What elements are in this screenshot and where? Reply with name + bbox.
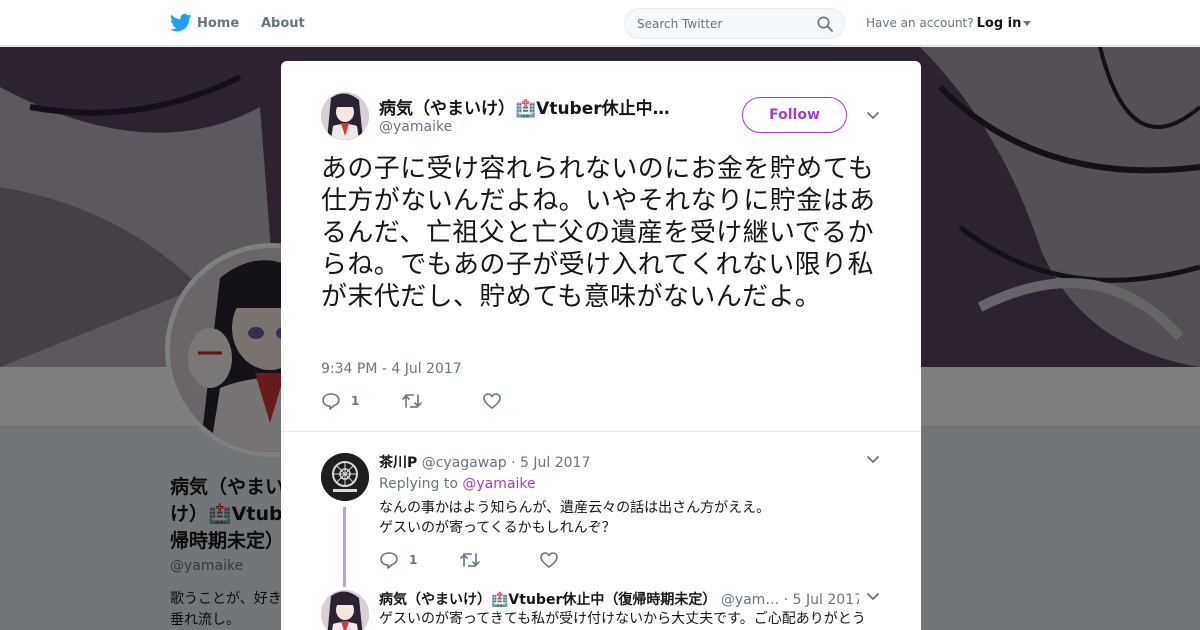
reply-header: 茶川P @cyagawap · 5 Jul 2017: [379, 452, 590, 472]
reply-author-avatar[interactable]: [321, 453, 369, 501]
reply-author-name[interactable]: 病気（やまいけ）🏥Vtuber休止中（復帰時期未定）: [379, 592, 716, 608]
section-divider: [281, 431, 921, 432]
reply-count: 1: [351, 394, 360, 408]
avatar-logo: [321, 453, 369, 501]
avatar-illustration: [321, 590, 369, 630]
chevron-down-icon[interactable]: [866, 455, 880, 465]
chevron-down-icon[interactable]: [866, 592, 880, 602]
reply-author-handle[interactable]: @yam…: [721, 592, 780, 608]
nav-about-link[interactable]: About: [261, 16, 305, 31]
thread-line: [343, 507, 346, 587]
tweet-actions: 1: [321, 391, 521, 411]
reply-date[interactable]: · 5 Jul 2017: [784, 592, 859, 608]
reply-text-line: なんの事かはよう知らんが、遺産云々の話は出さん方がええ。: [379, 500, 771, 516]
reply-action[interactable]: 1: [321, 391, 359, 411]
like-action[interactable]: [482, 391, 502, 411]
reply-action[interactable]: 1: [379, 550, 417, 570]
heart-icon: [540, 552, 558, 568]
reply-header: 病気（やまいけ）🏥Vtuber休止中（復帰時期未定） @yam… · 5 Jul…: [379, 589, 859, 609]
reply-count: 1: [409, 553, 418, 567]
login-link[interactable]: Log in: [977, 16, 1022, 31]
avatar-illustration: [321, 92, 369, 140]
retweet-icon: [402, 394, 422, 408]
tweet-author-avatar[interactable]: [321, 92, 369, 140]
retweet-action[interactable]: [459, 550, 481, 570]
chevron-down-icon[interactable]: [866, 111, 880, 121]
reply-text: ゲスいのが寄ってきても私が受け付けないから大丈夫です。ご心配ありがとう: [379, 609, 879, 629]
reply-text-line: ゲスいのが寄ってきても私が受け付けないから大丈夫です。ご心配ありがとう: [379, 611, 866, 627]
replying-to: Replying to @yamaike: [379, 476, 536, 492]
tweet-author-name[interactable]: 病気（やまいけ）🏥Vtuber休止中…: [379, 94, 670, 119]
nav-home-link[interactable]: Home: [197, 16, 239, 31]
tweet-text: あの子に受け容れられないのにお金を貯めても仕方がないんだよね。いやそれなりに貯金…: [321, 154, 876, 312]
follow-button[interactable]: Follow: [742, 97, 847, 133]
heart-icon: [483, 393, 501, 409]
reply-text: なんの事かはよう知らんが、遺産云々の話は出さん方がええ。 ゲスいのが寄ってくるか…: [379, 498, 879, 538]
account-area: Have an account? Log in: [866, 16, 1032, 31]
search-box: [624, 8, 845, 39]
reply-icon: [380, 552, 398, 569]
top-nav: Home About Have an account?Log in: [0, 0, 1200, 46]
tweet-timestamp[interactable]: 9:34 PM - 4 Jul 2017: [321, 361, 462, 377]
close-icon[interactable]: [1154, 12, 1178, 36]
reply-author-avatar[interactable]: [321, 590, 369, 630]
search-input[interactable]: [637, 15, 807, 33]
twitter-bird-icon[interactable]: [170, 13, 192, 33]
retweet-icon: [460, 553, 480, 567]
tweet-modal: 病気（やまいけ）🏥Vtuber休止中… @yamaike Follow あの子に…: [281, 61, 921, 630]
replying-to-prefix: Replying to: [379, 476, 458, 492]
search-icon[interactable]: [817, 16, 833, 32]
replying-to-mention[interactable]: @yamaike: [462, 476, 535, 492]
reply-author-name[interactable]: 茶川P: [379, 455, 417, 471]
reply-text-line: ゲスいのが寄ってくるかもしれんぞ？: [379, 520, 616, 536]
tweet-author-handle[interactable]: @yamaike: [379, 119, 452, 135]
reply-author-handle[interactable]: @cyagawap: [422, 455, 507, 471]
caret-down-icon[interactable]: [1023, 21, 1032, 26]
reply-actions: 1: [379, 550, 579, 570]
have-account-text: Have an account?: [866, 16, 974, 30]
like-action[interactable]: [539, 550, 559, 570]
reply-icon: [322, 393, 340, 410]
retweet-action[interactable]: [401, 391, 423, 411]
reply-date[interactable]: · 5 Jul 2017: [511, 455, 590, 471]
